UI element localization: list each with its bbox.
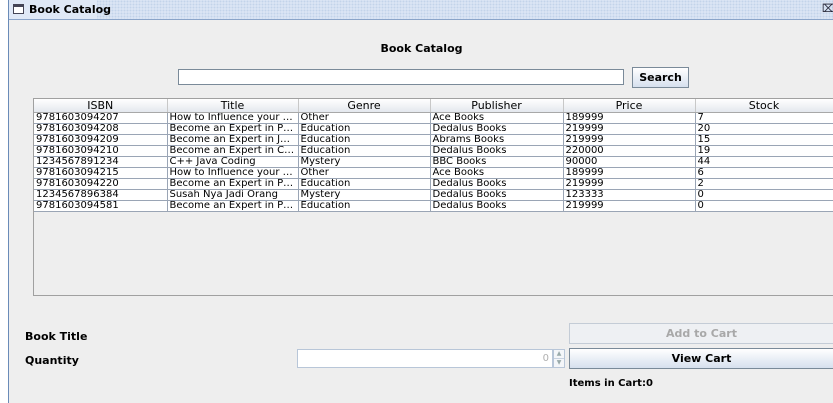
cell-isbn: 9781603094215 xyxy=(34,167,168,179)
title-bar[interactable]: Book Catalog ⌧ xyxy=(9,0,833,20)
window-icon xyxy=(13,4,24,14)
cell-price: 219999 xyxy=(563,200,696,212)
cell-stock: 19 xyxy=(695,145,833,157)
cell-publisher: BBC Books xyxy=(430,156,564,168)
table-row[interactable]: 1234567891234 C++ Java Coding Mystery BB… xyxy=(34,156,833,168)
cell-genre: Mystery xyxy=(298,156,431,168)
quantity-stepper[interactable]: ▲ ▼ xyxy=(553,349,565,368)
cell-stock: 20 xyxy=(695,123,833,135)
cell-stock: 0 xyxy=(695,189,833,201)
column-header-stock[interactable]: Stock xyxy=(695,99,833,113)
window-title: Book Catalog xyxy=(29,3,112,16)
close-icon[interactable]: ⌧ xyxy=(822,2,833,16)
cell-isbn: 1234567896384 xyxy=(34,189,168,201)
book-catalog-window: Book Catalog ⌧ Book Catalog Search ISBN … xyxy=(8,0,833,403)
quantity-value: 0 xyxy=(542,353,549,364)
cell-title: Become an Expert in Python... xyxy=(167,200,299,212)
cell-isbn: 9781603094220 xyxy=(34,178,168,190)
cell-genre: Education xyxy=(298,178,431,190)
cell-stock: 44 xyxy=(695,156,833,168)
cell-isbn: 9781603094209 xyxy=(34,134,168,146)
table-row[interactable]: 9781603094208 Become an Expert in Python… xyxy=(34,123,833,135)
cell-isbn: 9781603094207 xyxy=(34,112,168,124)
cell-price: 219999 xyxy=(563,134,696,146)
items-in-cart-count: Items in Cart:0 xyxy=(569,378,653,389)
cell-genre: Other xyxy=(298,167,431,179)
cell-price: 90000 xyxy=(563,156,696,168)
cell-title: How to Influence your Friend xyxy=(167,167,299,179)
cell-price: 220000 xyxy=(563,145,696,157)
search-input[interactable] xyxy=(178,69,624,85)
book-table-grid: ISBN Title Genre Publisher Price Stock 9… xyxy=(34,99,833,212)
spinner-up-icon[interactable]: ▲ xyxy=(554,350,564,359)
search-button[interactable]: Search xyxy=(632,67,689,88)
cell-title: Susah Nya Jadi Orang xyxy=(167,189,299,201)
cell-stock: 0 xyxy=(695,200,833,212)
cell-publisher: Dedalus Books xyxy=(430,200,564,212)
table-row[interactable]: 9781603094215 How to Influence your Frie… xyxy=(34,167,833,179)
cell-title: Become an Expert in C Prog... xyxy=(167,145,299,157)
view-cart-button[interactable]: View Cart xyxy=(569,348,833,369)
cell-isbn: 9781603094581 xyxy=(34,200,168,212)
column-header-genre[interactable]: Genre xyxy=(298,99,431,113)
cell-isbn: 1234567891234 xyxy=(34,156,168,168)
cell-price: 219999 xyxy=(563,123,696,135)
cell-title: Become an Expert in Java P... xyxy=(167,134,299,146)
cell-price: 189999 xyxy=(563,112,696,124)
cell-price: 219999 xyxy=(563,178,696,190)
cell-genre: Education xyxy=(298,134,431,146)
cell-isbn: 9781603094210 xyxy=(34,145,168,157)
cell-publisher: Dedalus Books xyxy=(430,178,564,190)
cell-genre: Mystery xyxy=(298,189,431,201)
cell-publisher: Dedalus Books xyxy=(430,123,564,135)
table-row[interactable]: 9781603094220 Become an Expert in Python… xyxy=(34,178,833,190)
column-header-title[interactable]: Title xyxy=(167,99,299,113)
quantity-label: Quantity xyxy=(25,354,79,367)
cell-stock: 7 xyxy=(695,112,833,124)
table-row[interactable]: 1234567896384 Susah Nya Jadi Orang Myste… xyxy=(34,189,833,201)
cell-genre: Other xyxy=(298,112,431,124)
page-title: Book Catalog xyxy=(380,42,463,55)
title-area: Book Catalog xyxy=(9,0,111,19)
table-header-row: ISBN Title Genre Publisher Price Stock xyxy=(34,99,833,113)
quantity-field[interactable]: 0 xyxy=(297,349,553,368)
cell-genre: Education xyxy=(298,123,431,135)
table-row[interactable]: 9781603094210 Become an Expert in C Prog… xyxy=(34,145,833,157)
book-title-label: Book Title xyxy=(25,330,88,343)
spinner-down-icon[interactable]: ▼ xyxy=(554,359,564,367)
cell-stock: 2 xyxy=(695,178,833,190)
table-row[interactable]: 9781603094581 Become an Expert in Python… xyxy=(34,200,833,212)
cell-title: How to Influence your Friend xyxy=(167,112,299,124)
cell-title: C++ Java Coding xyxy=(167,156,299,168)
cell-genre: Education xyxy=(298,200,431,212)
column-header-publisher[interactable]: Publisher xyxy=(430,99,564,113)
table-row[interactable]: 9781603094209 Become an Expert in Java P… xyxy=(34,134,833,146)
cell-publisher: Dedalus Books xyxy=(430,145,564,157)
cell-title: Become an Expert in Python... xyxy=(167,178,299,190)
add-to-cart-button[interactable]: Add to Cart xyxy=(569,323,833,344)
column-header-price[interactable]: Price xyxy=(563,99,696,113)
cell-genre: Education xyxy=(298,145,431,157)
cell-stock: 15 xyxy=(695,134,833,146)
book-table[interactable]: ISBN Title Genre Publisher Price Stock 9… xyxy=(33,98,833,296)
cell-publisher: Ace Books xyxy=(430,112,564,124)
cell-publisher: Abrams Books xyxy=(430,134,564,146)
column-header-isbn[interactable]: ISBN xyxy=(34,99,168,113)
table-row[interactable]: 9781603094207 How to Influence your Frie… xyxy=(34,112,833,124)
cell-stock: 6 xyxy=(695,167,833,179)
cell-isbn: 9781603094208 xyxy=(34,123,168,135)
cell-price: 123333 xyxy=(563,189,696,201)
cell-publisher: Dedalus Books xyxy=(430,189,564,201)
cell-price: 189999 xyxy=(563,167,696,179)
cell-publisher: Ace Books xyxy=(430,167,564,179)
cell-title: Become an Expert in Python... xyxy=(167,123,299,135)
